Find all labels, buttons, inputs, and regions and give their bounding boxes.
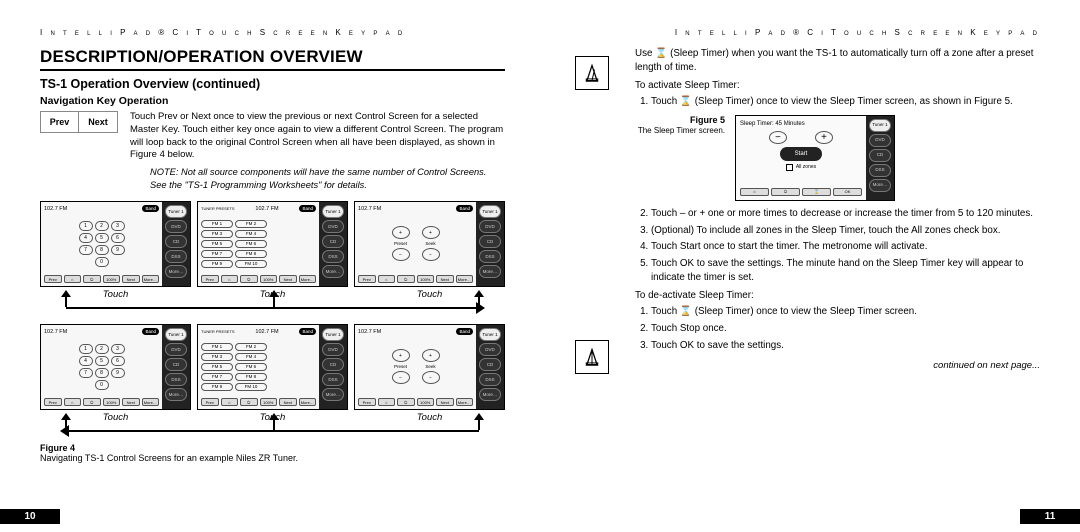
band-button: Band — [142, 205, 159, 212]
sleep-intro: Use ⌛ (Sleep Timer) when you want the TS… — [635, 47, 1040, 75]
prev-loop-arrow — [40, 423, 505, 437]
step: (Optional) To include all zones in the S… — [651, 224, 1040, 238]
control-screen-keypad: 102.7 FMBand 123 456 789 0 Prev⌂⏻100%Nex… — [40, 201, 191, 287]
metronome-icon — [575, 340, 609, 374]
figure4-caption: Figure 4 Navigating TS-1 Control Screens… — [40, 443, 505, 463]
prev-next-key-illustration: Prev Next — [40, 111, 118, 133]
figure4-upper-row: 102.7 FMBand 123 456 789 0 Prev⌂⏻100%Nex… — [40, 201, 505, 287]
step: Touch OK to save the settings. The minut… — [651, 257, 1040, 285]
figure5-caption: Figure 5 The Sleep Timer screen. — [635, 115, 725, 137]
continued-label: continued on next page... — [635, 359, 1040, 372]
nav-paragraph: Touch Prev or Next once to view the prev… — [130, 111, 505, 162]
freq-readout: 102.7 FM — [44, 206, 67, 212]
page-number-left: 10 — [0, 509, 60, 524]
control-screen-presets: TUNER PRESETS102.7 FMBand FM 1FM 2 FM 3F… — [197, 324, 348, 410]
nav-key-heading: Navigation Key Operation — [40, 95, 505, 107]
step: Touch Start once to start the timer. The… — [651, 240, 1040, 254]
all-zones-checkbox: All zones — [796, 164, 816, 171]
running-head-left: I n t e l l i P a d ® C i T o u c h S c … — [40, 28, 505, 37]
step: Touch ⌛ (Sleep Timer) once to view the S… — [651, 95, 1040, 109]
left-page: I n t e l l i P a d ® C i T o u c h S c … — [0, 0, 545, 532]
step: Touch ⌛ (Sleep Timer) once to view the S… — [651, 305, 1040, 319]
subsection-title: TS-1 Operation Overview (continued) — [40, 77, 505, 91]
figure4-lower-row: 102.7 FMBand 123 456 789 0 Prev⌂⏻100%Nex… — [40, 324, 505, 410]
to-deactivate-heading: To de-activate Sleep Timer: — [635, 289, 1040, 303]
deactivate-steps: Touch ⌛ (Sleep Timer) once to view the S… — [651, 305, 1040, 353]
control-screen-presets: TUNER PRESETS102.7 FMBand FM 1FM 2 FM 3F… — [197, 201, 348, 287]
prev-key: Prev — [41, 112, 79, 132]
control-screen-seek: 102.7 FMBand +Preset− +Seek− Prev⌂⏻100%N… — [354, 324, 505, 410]
step: Touch – or + one or more times to decrea… — [651, 207, 1040, 221]
right-page: I n t e l l i P a d ® C i T o u c h S c … — [545, 0, 1080, 532]
sleep-timer-screen: Sleep Timer: 45 Minutes − + Start All zo… — [735, 115, 895, 201]
activate-steps-cont: Touch – or + one or more times to decrea… — [651, 207, 1040, 286]
step: Touch OK to save the settings. — [651, 339, 1040, 353]
running-head-right: I n t e l l i P a d ® C i T o u c h S c … — [575, 28, 1040, 37]
activate-steps: Touch ⌛ (Sleep Timer) once to view the S… — [651, 95, 1040, 109]
page-number-right: 11 — [1020, 509, 1080, 524]
nav-note: NOTE: Not all source components will hav… — [150, 166, 505, 191]
sleep-title: Sleep Timer: 45 Minutes — [740, 120, 805, 129]
control-screen-keypad: 102.7 FMBand 123 456 789 0 Prev⌂⏻100%Nex… — [40, 324, 191, 410]
step: Touch Stop once. — [651, 322, 1040, 336]
control-screen-seek: 102.7 FMBand +Preset− +Seek− Prev⌂⏻100%N… — [354, 201, 505, 287]
next-key: Next — [79, 112, 117, 132]
to-activate-heading: To activate Sleep Timer: — [635, 79, 1040, 93]
sleep-start-button: Start — [780, 147, 822, 161]
metronome-icon — [575, 56, 609, 90]
section-title: DESCRIPTION/OPERATION OVERVIEW — [40, 47, 505, 71]
next-loop-arrow — [40, 300, 505, 314]
